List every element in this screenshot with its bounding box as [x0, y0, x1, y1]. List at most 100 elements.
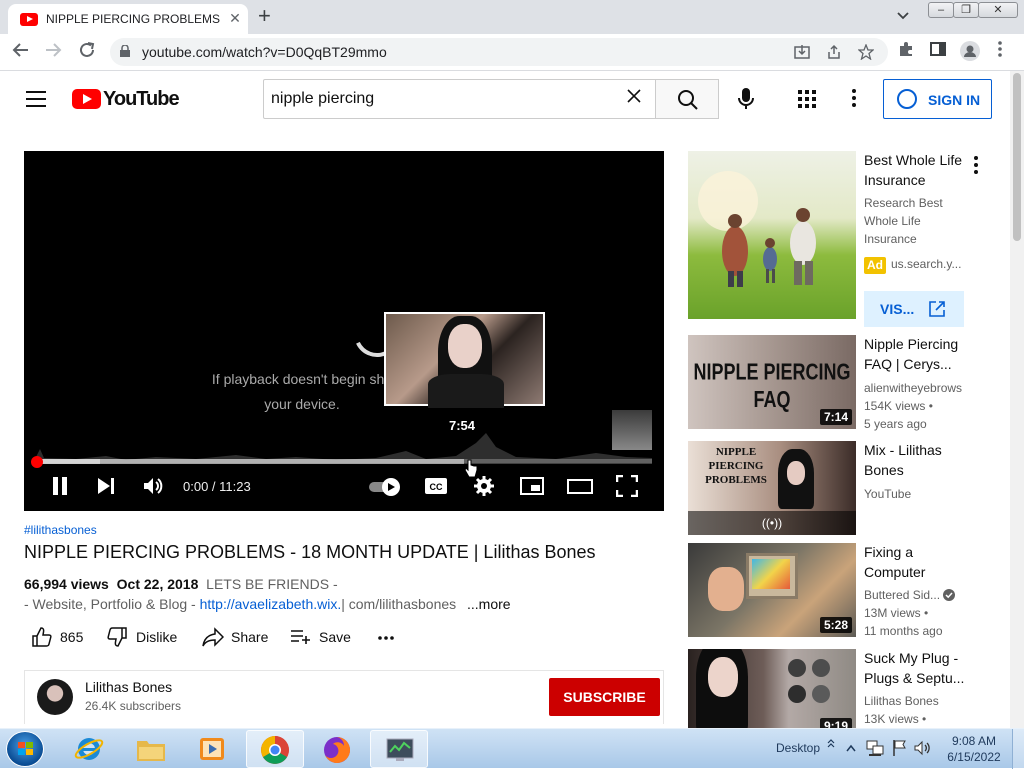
progress-hover: [36, 459, 464, 464]
video-player[interactable]: If playback doesn't begin sho your devic…: [24, 151, 664, 511]
related-video-channel[interactable]: alienwitheyebrows: [864, 379, 976, 397]
firefox-taskbar-button[interactable]: [308, 730, 366, 768]
share-page-icon[interactable]: [826, 44, 842, 63]
reload-icon[interactable]: [78, 41, 96, 63]
network-icon[interactable]: [866, 739, 884, 760]
subscribe-button[interactable]: SUBSCRIBE: [549, 678, 660, 716]
volume-tray-icon[interactable]: [914, 739, 932, 760]
captions-button[interactable]: CC: [424, 475, 448, 499]
url-text: youtube.com/watch?v=D0QqBT29mmo: [142, 44, 387, 60]
related-video-thumbnail[interactable]: 9:19: [688, 649, 856, 728]
browser-tab[interactable]: NIPPLE PIERCING PROBLEMS - 1 ✕: [8, 4, 248, 34]
related-video-channel[interactable]: Buttered Sid...: [864, 586, 946, 604]
firefox-icon: [324, 737, 350, 763]
mix-radio-icon: ((•)): [688, 511, 856, 535]
description-prefix: - Website, Portfolio & Blog -: [24, 596, 200, 612]
page-scrollbar[interactable]: [1010, 71, 1024, 728]
address-bar[interactable]: youtube.com/watch?v=D0QqBT29mmo: [110, 38, 888, 66]
video-description-line1[interactable]: 66,994 views Oct 22, 2018 LETS BE FRIEND…: [24, 576, 338, 592]
mix-title[interactable]: Mix - Lilithas Bones: [864, 440, 974, 480]
channel-avatar[interactable]: [37, 679, 73, 715]
progress-bar[interactable]: [36, 459, 652, 464]
video-description-line2[interactable]: - Website, Portfolio & Blog - http://ava…: [24, 596, 511, 612]
toolbar-chevron-icon[interactable]: [826, 737, 836, 751]
new-tab-button[interactable]: +: [258, 5, 271, 27]
bookmark-star-icon[interactable]: [857, 43, 875, 63]
scrubber-handle[interactable]: [31, 456, 43, 468]
file-explorer-taskbar-button[interactable]: [122, 730, 180, 768]
back-arrow-icon[interactable]: [12, 41, 30, 63]
action-center-flag-icon[interactable]: [892, 739, 908, 760]
ad-badge: Ad: [864, 257, 886, 274]
system-clock[interactable]: 9:08 AM 6/15/2022: [944, 733, 1004, 765]
install-app-icon[interactable]: [794, 44, 810, 63]
upload-date: Oct 22, 2018: [116, 576, 199, 592]
related-video-channel[interactable]: Lilithas Bones: [864, 692, 976, 710]
related-video-title[interactable]: Fixing a Computer: [864, 542, 974, 582]
dislike-button[interactable]: Dislike: [107, 627, 177, 647]
minimize-button[interactable]: –: [928, 2, 954, 18]
forward-arrow-icon[interactable]: [44, 41, 62, 63]
restore-button[interactable]: ❐: [953, 2, 979, 18]
close-window-button[interactable]: ✕: [978, 2, 1018, 18]
internet-explorer-taskbar-button[interactable]: [60, 730, 118, 768]
lock-icon[interactable]: [120, 44, 130, 57]
thumbs-up-icon: [32, 627, 52, 647]
playback-message: If playback doesn't begin sho your devic…: [202, 367, 402, 417]
clear-search-icon[interactable]: [626, 87, 642, 110]
ad-title[interactable]: Best Whole Life Insurance: [864, 150, 974, 190]
playback-message-line1: If playback doesn't begin sho: [211, 371, 393, 387]
task-manager-taskbar-button[interactable]: [370, 730, 428, 768]
visit-site-button[interactable]: VIS...: [864, 291, 964, 327]
video-hashtag-link[interactable]: #lilithasbones: [24, 523, 97, 537]
save-button[interactable]: Save: [290, 627, 351, 647]
search-input[interactable]: nipple piercing: [263, 79, 656, 119]
chrome-taskbar-button[interactable]: [246, 730, 304, 768]
pause-button[interactable]: [50, 475, 70, 499]
page-scrollbar-thumb[interactable]: [1013, 73, 1021, 241]
show-more-button[interactable]: ...more: [467, 596, 511, 612]
side-panel-icon[interactable]: [930, 41, 946, 61]
related-video-title[interactable]: Suck My Plug - Plugs & Septu...: [864, 648, 974, 688]
theater-mode-button[interactable]: [567, 475, 593, 499]
share-button[interactable]: Share: [202, 627, 268, 647]
related-video-thumbnail[interactable]: NIPPLE PIERCING FAQ 7:14: [688, 335, 856, 429]
miniplayer-button[interactable]: [520, 475, 544, 499]
ad-menu-icon[interactable]: [974, 156, 978, 177]
show-desktop-button[interactable]: [1012, 729, 1024, 769]
show-hidden-icons-icon[interactable]: [846, 741, 856, 755]
youtube-logo-text: YouTube: [103, 88, 180, 110]
tab-search-chevron-icon[interactable]: [897, 9, 909, 23]
theater-mode-icon: [567, 479, 593, 494]
channel-name[interactable]: Lilithas Bones: [85, 679, 172, 695]
like-button[interactable]: 865: [32, 627, 83, 647]
search-button[interactable]: [655, 79, 719, 119]
mute-button[interactable]: [142, 475, 164, 499]
related-video-title[interactable]: Nipple Piercing FAQ | Cerys...: [864, 334, 974, 374]
video-duration: 5:28: [819, 617, 852, 633]
extensions-puzzle-icon[interactable]: [898, 41, 914, 61]
ad-thumbnail[interactable]: [688, 151, 856, 319]
fullscreen-button[interactable]: [615, 474, 639, 499]
share-arrow-icon: [202, 627, 225, 647]
media-player-taskbar-button[interactable]: [184, 730, 242, 768]
youtube-play-logo-icon: [72, 89, 101, 109]
start-button[interactable]: [6, 731, 44, 767]
youtube-apps-grid-icon[interactable]: [798, 90, 816, 108]
browser-menu-icon[interactable]: [998, 41, 1002, 61]
related-video-thumbnail[interactable]: 5:28: [688, 543, 856, 637]
profile-avatar-icon[interactable]: [960, 41, 980, 65]
autoplay-toggle[interactable]: [368, 475, 402, 499]
tab-close-button[interactable]: ✕: [226, 9, 244, 27]
next-button[interactable]: [96, 475, 116, 499]
microphone-icon[interactable]: [737, 87, 755, 116]
skip-next-icon: [98, 478, 114, 494]
guide-menu-icon[interactable]: [26, 91, 46, 107]
more-actions-button[interactable]: [377, 627, 397, 647]
desktop-toolbar-label[interactable]: Desktop: [776, 741, 820, 755]
description-link[interactable]: http://avaelizabeth.wix.: [200, 596, 342, 612]
visit-label: VIS...: [880, 301, 915, 317]
mix-thumbnail[interactable]: NIPPLE PIERCING PROBLEMS ((•)): [688, 441, 856, 535]
settings-kebab-icon[interactable]: [852, 89, 856, 110]
sign-in-button[interactable]: SIGN IN: [883, 79, 992, 119]
